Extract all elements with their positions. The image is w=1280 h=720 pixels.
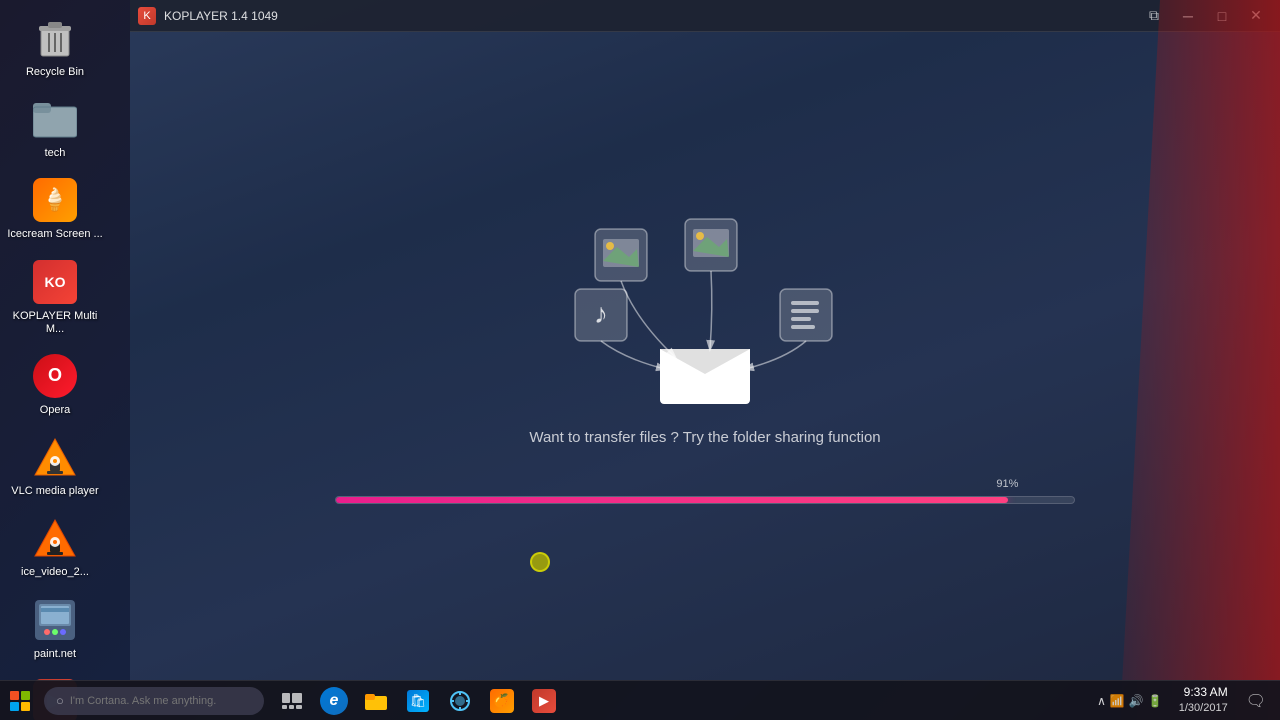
win-quad-2 bbox=[21, 691, 30, 700]
red-app-button[interactable]: ▶ bbox=[524, 681, 564, 720]
system-clock[interactable]: 9:33 AM 1/30/2017 bbox=[1171, 684, 1236, 716]
cortana-input[interactable] bbox=[70, 695, 240, 707]
tech-folder-icon bbox=[31, 95, 79, 143]
win-quad-3 bbox=[10, 702, 19, 711]
win-quad-4 bbox=[21, 702, 30, 711]
koplayer-multi-label: KOPLAYER Multi M... bbox=[4, 310, 106, 336]
progress-fill bbox=[336, 497, 1008, 503]
vlc-icon bbox=[31, 433, 79, 481]
window-controls: ⧉ ─ □ ✕ bbox=[1138, 0, 1272, 32]
svg-text:♪: ♪ bbox=[594, 298, 608, 329]
desktop-icon-koplayer-multi[interactable]: KO KOPLAYER Multi M... bbox=[0, 252, 110, 342]
desktop-icon-vlc[interactable]: VLC media player bbox=[0, 427, 110, 504]
task-view-button[interactable] bbox=[272, 681, 312, 720]
start-button[interactable] bbox=[0, 681, 40, 720]
desktop-icon-recycle-bin[interactable]: Recycle Bin bbox=[0, 8, 110, 85]
edge-icon: e bbox=[320, 687, 348, 715]
window-content: ♪ bbox=[130, 32, 1280, 680]
icecream-icon: 🍦 bbox=[31, 176, 79, 224]
ice-video-icon bbox=[31, 514, 79, 562]
file-icons-floating: ♪ bbox=[565, 209, 845, 409]
cortana-search-box[interactable]: ○ bbox=[44, 687, 264, 715]
system-tray: ∧ 📶 🔊 🔋 bbox=[1093, 694, 1167, 708]
red-app-icon: ▶ bbox=[532, 689, 556, 713]
ice-video-label: ice_video_2... bbox=[21, 566, 89, 579]
win-quad-1 bbox=[10, 691, 19, 700]
paint-icon bbox=[31, 596, 79, 644]
restore-button[interactable]: ⧉ bbox=[1138, 0, 1170, 32]
desktop-icon-tech[interactable]: tech bbox=[0, 89, 110, 166]
clock-date: 1/30/2017 bbox=[1179, 701, 1228, 716]
desktop-icon-icecream[interactable]: 🍦 Icecream Screen ... bbox=[0, 170, 110, 247]
minimize-button[interactable]: ─ bbox=[1172, 0, 1204, 32]
orange-app-button[interactable]: 🍊 bbox=[482, 681, 522, 720]
utility-button[interactable] bbox=[440, 681, 480, 720]
tray-sound-icon: 🔊 bbox=[1129, 694, 1144, 708]
splash-description: Want to transfer files ? Try the folder … bbox=[529, 429, 880, 446]
search-icon: ○ bbox=[56, 693, 64, 708]
maximize-button[interactable]: □ bbox=[1206, 0, 1238, 32]
opera-label: Opera bbox=[40, 404, 71, 417]
orange-app-icon: 🍊 bbox=[490, 689, 514, 713]
desktop: Recycle Bin tech 🍦 Icecream Screen ... bbox=[0, 0, 1280, 720]
edge-browser-button[interactable]: e bbox=[314, 681, 354, 720]
clock-time: 9:33 AM bbox=[1179, 684, 1228, 701]
window-app-icon: K bbox=[138, 7, 156, 25]
recycle-bin-icon bbox=[31, 14, 79, 62]
desktop-icons-area: Recycle Bin tech 🍦 Icecream Screen ... bbox=[0, 0, 130, 680]
taskbar: ○ e bbox=[0, 680, 1280, 720]
progress-label: 91% bbox=[996, 478, 1018, 490]
tray-network-icon: 📶 bbox=[1110, 694, 1125, 708]
tech-label: tech bbox=[45, 147, 66, 160]
windows-store-button[interactable]: 🛍 bbox=[398, 681, 438, 720]
koplayer-window: K KOPLAYER 1.4 1049 ⧉ ─ □ ✕ bbox=[130, 0, 1280, 680]
store-icon: 🛍 bbox=[407, 690, 429, 712]
taskbar-right: ∧ 📶 🔊 🔋 9:33 AM 1/30/2017 🗨 bbox=[1093, 684, 1280, 716]
tray-up-arrow[interactable]: ∧ bbox=[1097, 694, 1106, 708]
progress-track bbox=[335, 496, 1075, 504]
paint-label: paint.net bbox=[34, 648, 76, 661]
mouse-cursor bbox=[530, 552, 550, 572]
desktop-icon-paint[interactable]: paint.net bbox=[0, 590, 110, 667]
splash-illustration: ♪ bbox=[335, 209, 1075, 504]
window-titlebar: K KOPLAYER 1.4 1049 ⧉ ─ □ ✕ bbox=[130, 0, 1280, 32]
recycle-bin-label: Recycle Bin bbox=[26, 66, 84, 79]
tray-battery-icon: 🔋 bbox=[1148, 694, 1163, 708]
desktop-icon-ice-video[interactable]: ice_video_2... bbox=[0, 508, 110, 585]
icecream-label: Icecream Screen ... bbox=[7, 228, 102, 241]
file-explorer-button[interactable] bbox=[356, 681, 396, 720]
progress-container: 91% bbox=[335, 496, 1075, 504]
taskbar-icons: e 🛍 bbox=[272, 681, 564, 720]
vlc-label: VLC media player bbox=[11, 485, 98, 498]
windows-logo-icon bbox=[10, 691, 30, 711]
close-button[interactable]: ✕ bbox=[1240, 0, 1272, 32]
notification-icon[interactable]: 🗨 bbox=[1240, 691, 1272, 711]
desktop-icon-opera[interactable]: O Opera bbox=[0, 346, 110, 423]
koplayer-multi-icon: KO bbox=[31, 258, 79, 306]
opera-icon: O bbox=[31, 352, 79, 400]
window-title: KOPLAYER 1.4 1049 bbox=[164, 9, 1130, 23]
